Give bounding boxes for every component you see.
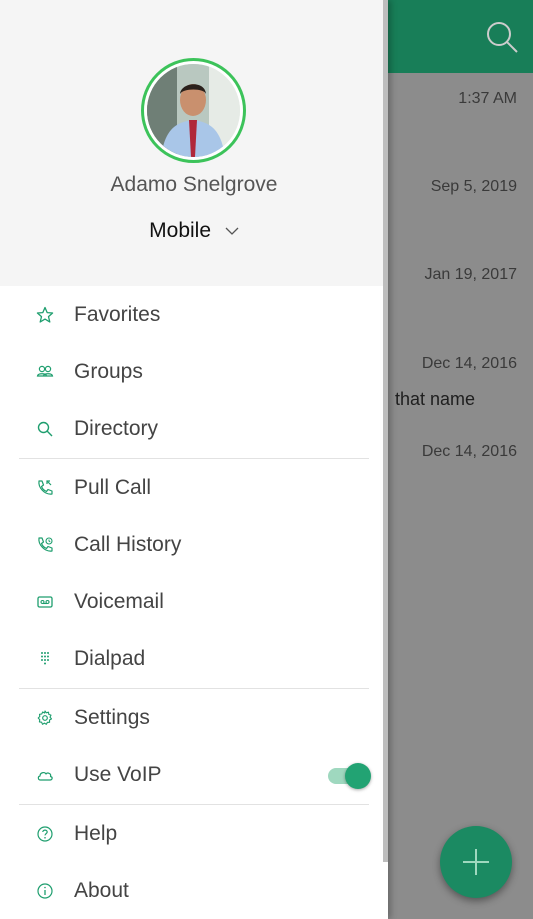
device-label: Mobile <box>149 219 212 242</box>
voicemail-icon <box>36 593 54 611</box>
menu-label: Help <box>74 822 118 845</box>
profile-header: Adamo Snelgrove Mobile <box>0 0 383 286</box>
avatar[interactable] <box>141 58 246 163</box>
phone-pull-icon <box>36 479 54 497</box>
device-selector[interactable]: Mobile <box>0 219 388 243</box>
menu-divider <box>19 688 369 689</box>
people-icon <box>36 363 54 381</box>
menu-divider <box>19 458 369 459</box>
avatar-photo <box>147 64 240 157</box>
menu-item-use-voip: Use VoIP <box>0 747 383 803</box>
menu-item-settings[interactable]: Settings <box>0 690 383 746</box>
menu-label: Dialpad <box>74 647 146 670</box>
menu-item-pull-call[interactable]: Pull Call <box>0 460 383 516</box>
menu-label: Voicemail <box>74 590 164 613</box>
menu-divider <box>19 804 369 805</box>
menu-item-call-history[interactable]: Call History <box>0 517 383 573</box>
navigation-drawer: Adamo Snelgrove Mobile Favorites Groups … <box>0 0 388 919</box>
menu-item-voicemail[interactable]: Voicemail <box>0 574 383 630</box>
drawer-scrollbar[interactable] <box>383 0 388 862</box>
menu-label: Use VoIP <box>74 763 162 786</box>
cloud-icon <box>36 766 54 784</box>
chevron-down-icon <box>225 227 239 236</box>
gear-icon <box>36 709 54 727</box>
help-circle-icon <box>36 825 54 843</box>
search-icon <box>36 420 54 438</box>
dialpad-icon <box>36 650 54 668</box>
menu-item-dialpad[interactable]: Dialpad <box>0 631 383 687</box>
menu-label: About <box>74 879 129 902</box>
star-icon <box>36 306 54 324</box>
menu-label: Call History <box>74 533 182 556</box>
plus-icon <box>463 849 489 875</box>
menu-item-help[interactable]: Help <box>0 806 383 862</box>
menu-item-groups[interactable]: Groups <box>0 344 383 400</box>
info-circle-icon <box>36 882 54 900</box>
profile-name: Adamo Snelgrove <box>110 173 278 196</box>
menu-item-directory[interactable]: Directory <box>0 401 383 457</box>
menu-item-favorites[interactable]: Favorites <box>0 287 383 343</box>
menu-item-about[interactable]: About <box>0 863 383 919</box>
menu-label: Directory <box>74 417 159 440</box>
new-conversation-button[interactable] <box>440 826 512 898</box>
phone-history-icon <box>36 536 54 554</box>
use-voip-toggle[interactable] <box>328 763 372 789</box>
menu-label: Pull Call <box>74 476 152 499</box>
menu-label: Settings <box>74 706 150 729</box>
menu-label: Groups <box>74 360 143 383</box>
menu-label: Favorites <box>74 303 161 326</box>
toggle-knob <box>345 763 371 789</box>
